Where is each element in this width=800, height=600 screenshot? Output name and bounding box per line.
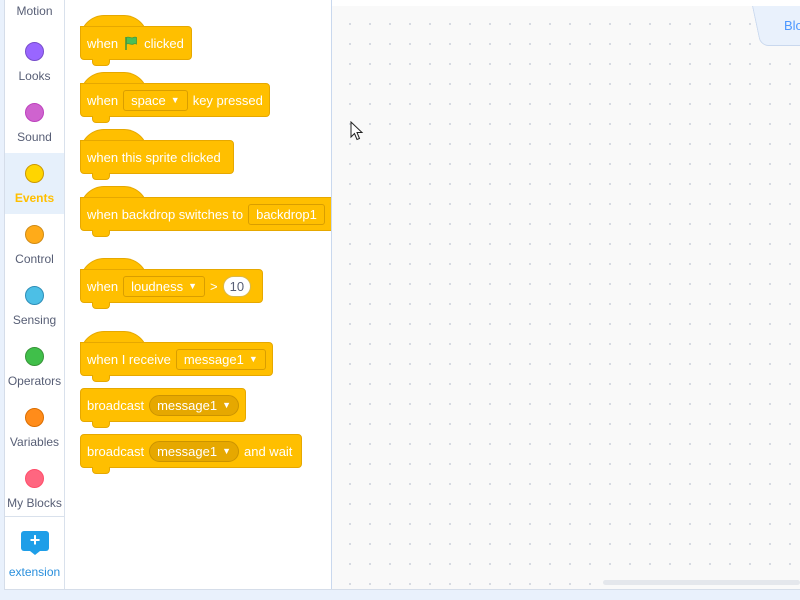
category-operators[interactable]: Operators	[5, 336, 64, 397]
script-workspace[interactable]	[332, 6, 800, 589]
block-palette: when clicked when space ▼ key pressed wh…	[65, 0, 332, 589]
category-label: Operators	[7, 374, 62, 388]
category-events[interactable]: Events	[5, 153, 64, 214]
broadcast-and-wait-block[interactable]: broadcast message1 ▼ and wait	[80, 434, 302, 468]
category-label: My Blocks	[7, 496, 62, 510]
backdrop-dropdown-value: backdrop1	[256, 206, 317, 222]
block-text: key pressed	[192, 92, 263, 108]
broadcast-wait-message-dropdown[interactable]: message1 ▼	[149, 440, 239, 462]
category-sound[interactable]: Sound	[5, 92, 64, 153]
loudness-number-input[interactable]: 10	[222, 275, 252, 297]
key-dropdown-value: space	[131, 92, 166, 108]
when-i-receive-block[interactable]: when I receive message1 ▼	[80, 342, 273, 376]
events-dot-icon	[25, 164, 44, 183]
block-notch	[92, 59, 110, 66]
when-key-pressed-block[interactable]: when space ▼ key pressed	[80, 83, 270, 117]
broadcast-wait-message-value: message1	[157, 443, 218, 459]
block-text: when this sprite clicked	[87, 149, 221, 165]
block-text: when	[87, 35, 119, 51]
block-text: when backdrop switches to	[87, 206, 244, 222]
caret-down-icon: ▼	[188, 281, 198, 291]
when-backdrop-switches-block[interactable]: when backdrop switches to backdrop1	[80, 197, 331, 231]
block-text: when I receive	[87, 351, 171, 367]
my-blocks-dot-icon	[25, 469, 44, 488]
mouse-pointer-icon	[350, 121, 364, 141]
category-motion[interactable]: Motion	[5, 0, 64, 31]
block-text: broadcast	[87, 443, 145, 459]
block-text: and wait	[244, 443, 293, 459]
block-notch	[92, 230, 110, 237]
block-text: when	[87, 92, 119, 108]
category-control[interactable]: Control	[5, 214, 64, 275]
loudness-dropdown[interactable]: loudness ▼	[123, 275, 206, 297]
extension-button[interactable]: + extension	[5, 517, 64, 589]
looks-dot-icon	[25, 42, 44, 61]
backdrop-dropdown[interactable]: backdrop1	[248, 203, 325, 225]
caret-down-icon: ▼	[222, 400, 231, 410]
broadcast-message-value: message1	[157, 397, 218, 413]
sensing-dot-icon	[25, 286, 44, 305]
operator-symbol: >	[210, 278, 218, 294]
caret-down-icon: ▼	[248, 354, 258, 364]
category-variables[interactable]: Variables	[5, 397, 64, 458]
control-dot-icon	[25, 225, 44, 244]
category-my-blocks[interactable]: My Blocks	[5, 458, 64, 519]
block-text: clicked	[144, 35, 184, 51]
block-text: when	[87, 278, 119, 294]
extension-label: extension	[8, 565, 61, 579]
category-label: Control	[15, 252, 54, 266]
workspace-tab-label: Blo	[784, 18, 800, 33]
category-label: Variables	[9, 435, 60, 449]
category-label: Sensing	[12, 313, 57, 327]
category-looks[interactable]: Looks	[5, 31, 64, 92]
category-label: Looks	[18, 69, 51, 83]
category-sensing[interactable]: Sensing	[5, 275, 64, 336]
category-label: Sound	[17, 130, 52, 144]
block-notch	[92, 421, 110, 428]
broadcast-block[interactable]: broadcast message1 ▼	[80, 388, 246, 422]
operators-dot-icon	[25, 347, 44, 366]
block-notch	[92, 116, 110, 123]
loudness-dropdown-value: loudness	[131, 278, 184, 294]
message-dropdown-value: message1	[183, 351, 244, 367]
sound-dot-icon	[25, 103, 44, 122]
category-label: Events	[14, 191, 55, 205]
horizontal-scrollbar[interactable]	[603, 580, 800, 585]
green-flag-icon	[125, 36, 137, 50]
block-text: broadcast	[87, 397, 145, 413]
when-flag-clicked-block[interactable]: when clicked	[80, 26, 192, 60]
block-notch	[92, 467, 110, 474]
caret-down-icon: ▼	[222, 446, 231, 456]
block-notch	[92, 375, 110, 382]
when-sprite-clicked-block[interactable]: when this sprite clicked	[80, 140, 234, 174]
broadcast-message-dropdown[interactable]: message1 ▼	[149, 394, 239, 416]
variables-dot-icon	[25, 408, 44, 427]
block-notch	[92, 302, 110, 309]
block-notch	[92, 173, 110, 180]
key-dropdown[interactable]: space ▼	[123, 89, 188, 111]
category-menu: Motion Looks Sound Events Control Sensin…	[5, 0, 65, 589]
category-label: Motion	[16, 4, 53, 18]
when-loudness-block[interactable]: when loudness ▼ > 10	[80, 269, 263, 303]
caret-down-icon: ▼	[170, 95, 180, 105]
add-extension-icon: +	[21, 531, 49, 555]
message-dropdown[interactable]: message1 ▼	[175, 348, 266, 370]
